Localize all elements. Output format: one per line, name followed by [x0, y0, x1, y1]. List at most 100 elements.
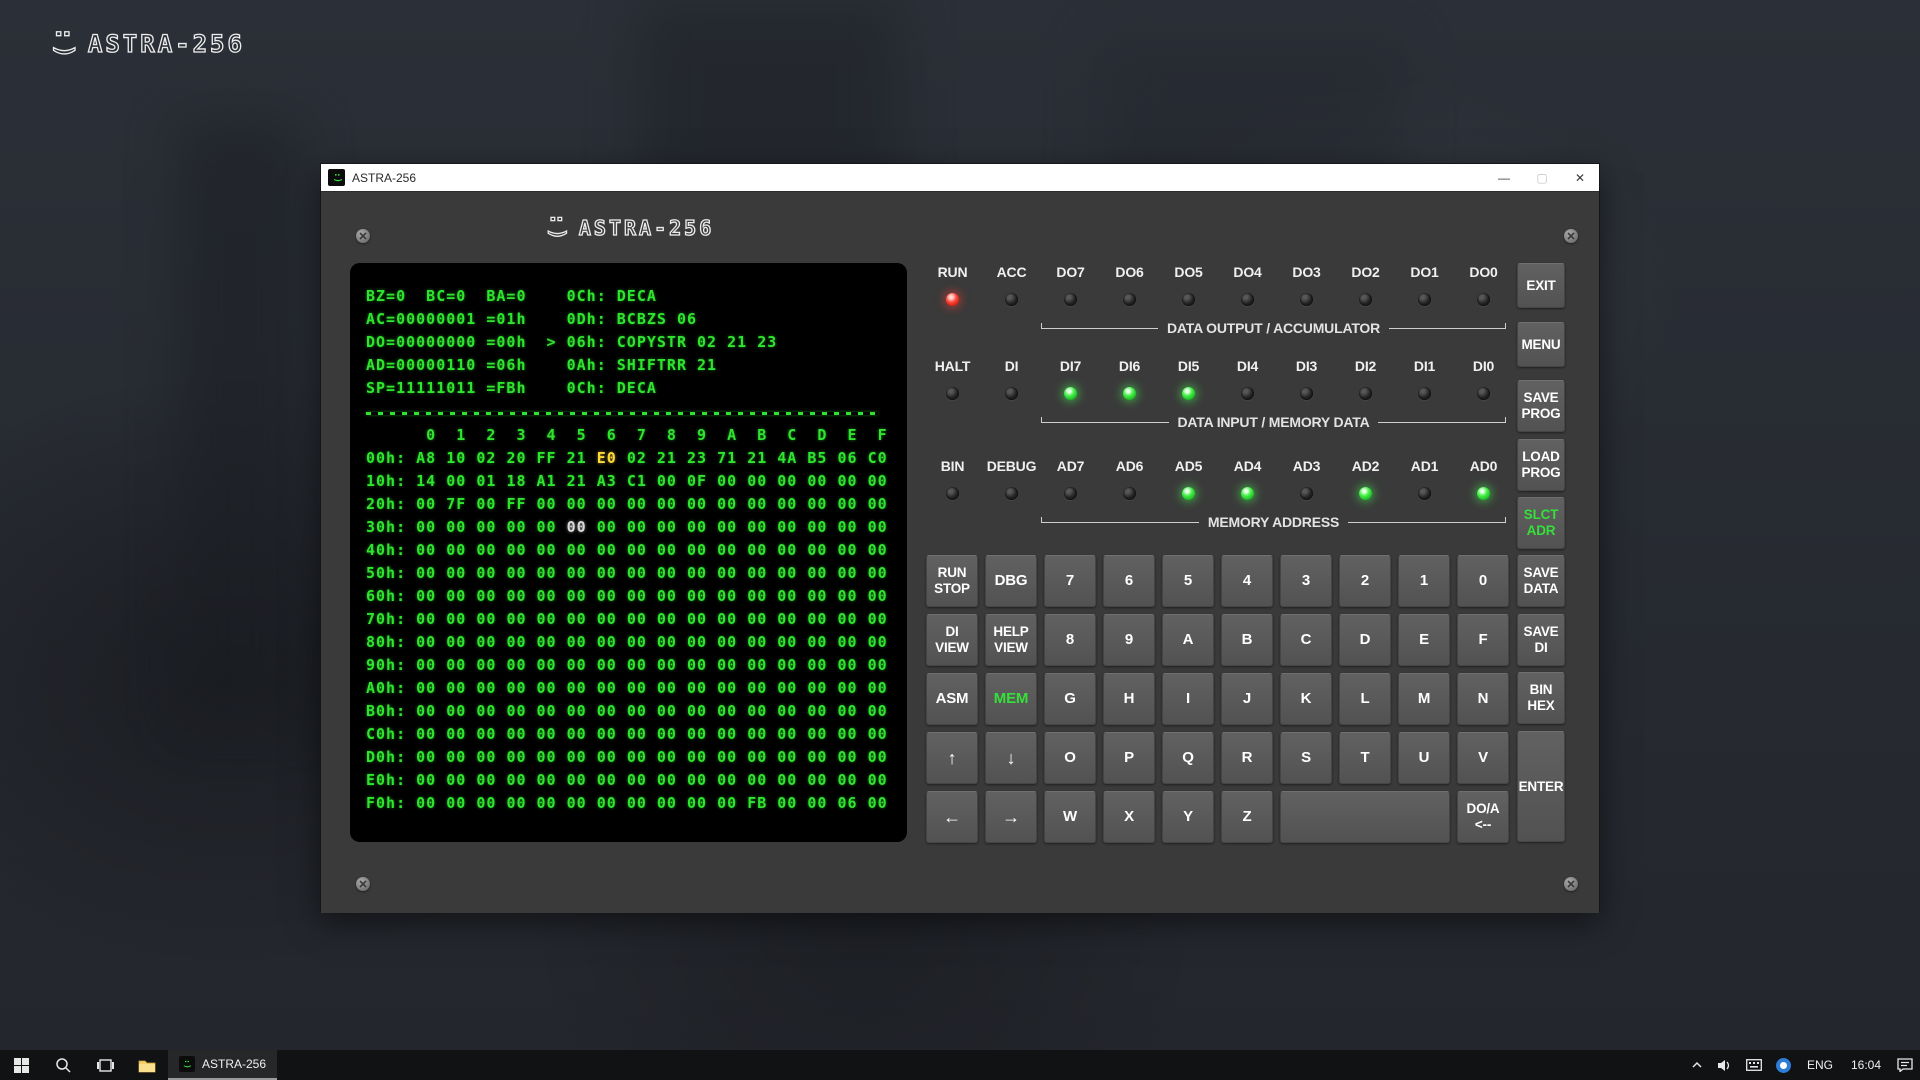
key-4[interactable]: 4 — [1221, 555, 1273, 607]
led-do1 — [1418, 293, 1431, 306]
led-label-di0: DI0 — [1454, 358, 1513, 376]
task-view-button[interactable] — [84, 1050, 126, 1080]
led-label-do5: DO5 — [1159, 264, 1218, 282]
key-di-view[interactable]: DIVIEW — [926, 614, 978, 666]
key-5[interactable]: 5 — [1162, 555, 1214, 607]
led-run — [946, 293, 959, 306]
bin-hex-button[interactable]: BINHEX — [1517, 672, 1565, 724]
key-blank[interactable] — [1280, 791, 1450, 843]
led-row: RUNACCDO7DO6DO5DO4DO3DO2DO1DO0DATA OUTPU… — [923, 264, 1513, 335]
key-j[interactable]: J — [1221, 673, 1273, 725]
key-1[interactable]: 1 — [1398, 555, 1450, 607]
notification-center-button[interactable] — [1890, 1050, 1920, 1080]
key-q[interactable]: Q — [1162, 732, 1214, 784]
led-do7 — [1064, 293, 1077, 306]
slct-adr-button[interactable]: SLCTADR — [1517, 497, 1565, 549]
key-d[interactable]: D — [1339, 614, 1391, 666]
led-cell — [1336, 387, 1395, 400]
key-a[interactable]: A — [1162, 614, 1214, 666]
key-arrow-down[interactable]: ↓ — [985, 732, 1037, 784]
clock[interactable]: 16:04 — [1842, 1058, 1890, 1072]
language-indicator[interactable]: ENG — [1798, 1058, 1842, 1072]
key-b[interactable]: B — [1221, 614, 1273, 666]
touch-keyboard-button[interactable] — [1739, 1050, 1769, 1080]
close-button[interactable]: ✕ — [1561, 164, 1599, 191]
save-data-button[interactable]: SAVEDATA — [1517, 555, 1565, 607]
key-y[interactable]: Y — [1162, 791, 1214, 843]
led-label-di5: DI5 — [1159, 358, 1218, 376]
key-z[interactable]: Z — [1221, 791, 1273, 843]
led-ad5 — [1182, 487, 1195, 500]
key-i[interactable]: I — [1162, 673, 1214, 725]
save-prog-button[interactable]: SAVEPROG — [1517, 380, 1565, 432]
key-do-a[interactable]: DO/A<-- — [1457, 791, 1509, 843]
task-view-icon — [97, 1058, 114, 1073]
search-icon — [55, 1057, 72, 1074]
key-x[interactable]: X — [1103, 791, 1155, 843]
enter-button[interactable]: ENTER — [1517, 731, 1565, 842]
key-w[interactable]: W — [1044, 791, 1096, 843]
led-labels: RUNACCDO7DO6DO5DO4DO3DO2DO1DO0 — [923, 264, 1513, 282]
key-3[interactable]: 3 — [1280, 555, 1332, 607]
key-r[interactable]: R — [1221, 732, 1273, 784]
app-icon: :) — [328, 169, 345, 186]
load-prog-button[interactable]: LOADPROG — [1517, 439, 1565, 491]
smiley-glyph: :) — [546, 213, 570, 243]
key-n[interactable]: N — [1457, 673, 1509, 725]
key-f[interactable]: F — [1457, 614, 1509, 666]
exit-button[interactable]: EXIT — [1517, 263, 1565, 308]
key-2[interactable]: 2 — [1339, 555, 1391, 607]
minimize-button[interactable]: — — [1485, 164, 1523, 191]
key-k[interactable]: K — [1280, 673, 1332, 725]
key-s[interactable]: S — [1280, 732, 1332, 784]
taskbar-app-astra-256[interactable]: :) ASTRA-256 — [168, 1050, 277, 1080]
key-c[interactable]: C — [1280, 614, 1332, 666]
led-di0 — [1477, 387, 1490, 400]
key-u[interactable]: U — [1398, 732, 1450, 784]
tray-app-button[interactable] — [1769, 1050, 1798, 1080]
volume-button[interactable] — [1710, 1050, 1739, 1080]
titlebar[interactable]: :) ASTRA-256 — ▢ ✕ — [321, 164, 1599, 191]
search-button[interactable] — [42, 1050, 84, 1080]
file-explorer-button[interactable] — [126, 1050, 168, 1080]
led-di7 — [1064, 387, 1077, 400]
key-o[interactable]: O — [1044, 732, 1096, 784]
key-v[interactable]: V — [1457, 732, 1509, 784]
key-arrow-left[interactable]: ← — [926, 791, 978, 843]
key-dbg[interactable]: DBG — [985, 555, 1037, 607]
maximize-button[interactable]: ▢ — [1523, 164, 1561, 191]
key-m[interactable]: M — [1398, 673, 1450, 725]
key-h[interactable]: H — [1103, 673, 1155, 725]
key-arrow-up[interactable]: ↑ — [926, 732, 978, 784]
key-8[interactable]: 8 — [1044, 614, 1096, 666]
led-debug — [1005, 487, 1018, 500]
key-help-view[interactable]: HELPVIEW — [985, 614, 1037, 666]
key-9[interactable]: 9 — [1103, 614, 1155, 666]
caption-line — [1378, 422, 1506, 423]
key-asm[interactable]: ASM — [926, 673, 978, 725]
crt-screen: BZ=0 BC=0 BA=0 0Ch: DECA AC=00000001 =01… — [350, 263, 907, 842]
led-cell — [1159, 487, 1218, 500]
key-0[interactable]: 0 — [1457, 555, 1509, 607]
key-l[interactable]: L — [1339, 673, 1391, 725]
key-arrow-right[interactable]: → — [985, 791, 1037, 843]
led-label-ad0: AD0 — [1454, 458, 1513, 476]
key-7[interactable]: 7 — [1044, 555, 1096, 607]
key-run-stop[interactable]: RUNSTOP — [926, 555, 978, 607]
tray-expand-button[interactable] — [1684, 1050, 1710, 1080]
led-label-ad4: AD4 — [1218, 458, 1277, 476]
caption-line — [1041, 328, 1158, 329]
background-shape — [180, 120, 300, 720]
key-e[interactable]: E — [1398, 614, 1450, 666]
notification-icon — [1897, 1058, 1913, 1072]
key-t[interactable]: T — [1339, 732, 1391, 784]
led-di4 — [1241, 387, 1254, 400]
save-di-button[interactable]: SAVEDI — [1517, 614, 1565, 666]
start-button[interactable] — [0, 1050, 42, 1080]
key-mem[interactable]: MEM — [985, 673, 1037, 725]
menu-button[interactable]: MENU — [1517, 322, 1565, 367]
key-g[interactable]: G — [1044, 673, 1096, 725]
key-6[interactable]: 6 — [1103, 555, 1155, 607]
key-p[interactable]: P — [1103, 732, 1155, 784]
led-label-halt: HALT — [923, 358, 982, 376]
